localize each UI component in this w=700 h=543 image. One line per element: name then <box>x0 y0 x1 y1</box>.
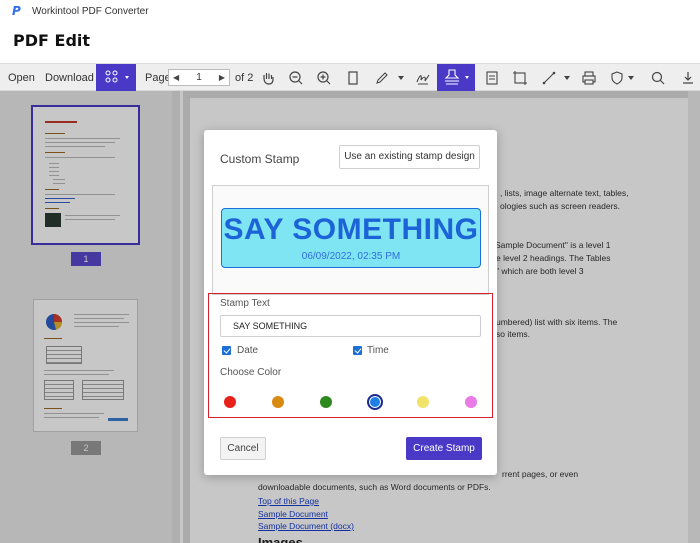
page-label: Page <box>145 72 171 84</box>
zoom-out-button[interactable] <box>286 64 306 91</box>
security-button[interactable] <box>607 64 627 91</box>
line-tool-dropdown[interactable] <box>562 64 572 91</box>
open-button[interactable]: Open <box>8 64 35 92</box>
shield-icon <box>611 70 623 85</box>
line-icon <box>542 71 556 84</box>
thumbnails-view-button[interactable] <box>96 64 136 91</box>
page-fit-icon <box>348 70 358 85</box>
page-total: of 2 <box>235 72 254 84</box>
draw-tool-dropdown[interactable] <box>396 64 406 91</box>
chevron-down-icon <box>628 75 634 80</box>
form-icon <box>486 70 498 85</box>
color-swatch-blue[interactable] <box>367 394 383 410</box>
printer-icon <box>582 70 596 85</box>
fit-page-button[interactable] <box>343 64 363 91</box>
page-number-input[interactable]: ◀ 1 ▶ <box>168 69 230 86</box>
time-label: Time <box>367 345 389 356</box>
chevron-down-icon <box>398 75 404 80</box>
zoom-in-icon <box>317 70 331 84</box>
color-swatch-yellow[interactable] <box>417 396 429 408</box>
crop-button[interactable] <box>510 64 530 91</box>
stamp-preview-date: 06/09/2022, 02:35 PM <box>301 251 401 262</box>
cancel-button[interactable]: Cancel <box>220 437 266 460</box>
toolbar: Open Download Page ◀ 1 ▶ of 2 <box>0 63 700 91</box>
page-current: 1 <box>196 72 202 83</box>
line-tool-button[interactable] <box>539 64 559 91</box>
crop-icon <box>513 70 527 85</box>
signature-button[interactable] <box>413 64 433 91</box>
form-button[interactable] <box>482 64 502 91</box>
print-button[interactable] <box>579 64 599 91</box>
stamp-preview: SAY SOMETHING 06/09/2022, 02:35 PM <box>212 185 489 295</box>
grid-view-icon <box>105 70 129 83</box>
custom-stamp-dialog: Custom Stamp Use an existing stamp desig… <box>204 130 497 475</box>
stamp-graphic: SAY SOMETHING 06/09/2022, 02:35 PM <box>221 208 481 268</box>
hand-icon <box>263 72 274 85</box>
stamp-text-input[interactable]: SAY SOMETHING <box>220 315 481 337</box>
stamp-preview-text: SAY SOMETHING <box>223 213 479 246</box>
prev-page-icon[interactable]: ◀ <box>173 73 179 82</box>
dialog-title: Custom Stamp <box>220 152 300 166</box>
download-button[interactable]: Download <box>45 64 94 92</box>
hand-tool-button[interactable] <box>258 64 278 91</box>
search-button[interactable] <box>648 64 668 91</box>
security-dropdown[interactable] <box>626 64 636 91</box>
date-label: Date <box>237 345 259 356</box>
search-icon <box>651 71 665 84</box>
download-icon <box>683 71 693 84</box>
signature-icon <box>416 74 430 84</box>
choose-color-label: Choose Color <box>220 367 282 378</box>
stamp-text-label: Stamp Text <box>220 298 270 309</box>
next-page-icon[interactable]: ▶ <box>219 73 225 82</box>
zoom-out-icon <box>289 70 303 84</box>
color-swatch-red[interactable] <box>224 396 236 408</box>
color-swatch-orange[interactable] <box>272 396 284 408</box>
stamp-tool-button[interactable] <box>437 64 475 91</box>
app-logo-icon: P <box>12 4 21 18</box>
download-icon-button[interactable] <box>678 64 698 91</box>
color-swatch-pink[interactable] <box>465 396 477 408</box>
zoom-in-button[interactable] <box>314 64 334 91</box>
time-checkbox[interactable] <box>353 346 362 355</box>
pen-icon <box>376 71 388 84</box>
stamp-icon <box>444 69 469 85</box>
page-title: PDF Edit <box>13 31 91 50</box>
title-bar: P Workintool PDF Converter <box>0 0 700 22</box>
app-title: Workintool PDF Converter <box>32 5 149 17</box>
color-swatch-green[interactable] <box>320 396 332 408</box>
create-stamp-button[interactable]: Create Stamp <box>406 437 482 460</box>
use-existing-stamp-button[interactable]: Use an existing stamp design <box>339 145 480 169</box>
chevron-down-icon <box>564 75 570 80</box>
date-checkbox[interactable] <box>222 346 231 355</box>
draw-tool-button[interactable] <box>372 64 392 91</box>
